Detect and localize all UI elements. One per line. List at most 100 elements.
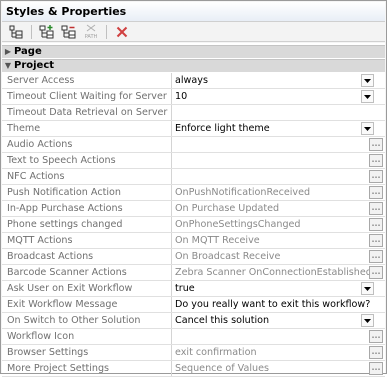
property-value-text: exit confirmation — [175, 347, 257, 358]
property-row[interactable]: Theme Enforce light theme — [2, 121, 385, 137]
property-row[interactable]: More Project Settings Sequence of Values.… — [2, 361, 385, 377]
tree-remove-icon — [61, 25, 76, 38]
remove-property-button[interactable] — [59, 23, 79, 41]
property-value-select[interactable]: Enforce light theme — [172, 121, 385, 136]
category-page[interactable]: ▶ Page — [2, 45, 385, 58]
property-row[interactable]: Broadcast Actions On Broadcast Receive... — [2, 249, 385, 265]
property-name: Broadcast Actions — [2, 249, 172, 264]
expand-arrow-icon[interactable]: ▶ — [2, 46, 14, 58]
property-row[interactable]: Push Notification Action OnPushNotificati… — [2, 185, 385, 201]
ellipsis-button[interactable]: ... — [369, 154, 383, 167]
property-value[interactable]: ... — [172, 153, 385, 168]
property-value-text: Enforce light theme — [175, 123, 270, 134]
chevron-down-icon — [364, 318, 371, 323]
property-value-text: On Purchase Updated — [175, 203, 280, 214]
property-name: Text to Speech Actions — [2, 153, 172, 168]
property-value[interactable]: ... — [172, 169, 385, 184]
property-value-text: Sequence of Values — [175, 363, 270, 374]
property-value[interactable]: Zebra Scanner OnConnectionEstablished... — [172, 265, 385, 280]
property-name: Exit Workflow Message — [2, 297, 172, 312]
property-value-select[interactable]: 10 — [172, 89, 385, 104]
property-name: Phone settings changed — [2, 217, 172, 232]
property-row[interactable]: Timeout Data Retrieval on Server — [2, 105, 385, 121]
path-button[interactable]: PATH — [81, 23, 101, 41]
ellipsis-button[interactable]: ... — [369, 330, 383, 343]
chevron-down-icon — [364, 94, 371, 99]
property-value-select[interactable]: true — [172, 281, 385, 296]
property-value[interactable]: On Broadcast Receive... — [172, 249, 385, 264]
property-row[interactable]: Ask User on Exit Workflow true — [2, 281, 385, 297]
property-row[interactable]: Workflow Icon... — [2, 329, 385, 345]
property-value[interactable]: OnPhoneSettingsChanged... — [172, 217, 385, 232]
property-name: MQTT Actions — [2, 233, 172, 248]
property-grid: ▶ Page ▼ Project Server Access always Time… — [2, 43, 385, 377]
property-value-text: On MQTT Receive — [175, 235, 260, 246]
property-name: Ask User on Exit Workflow — [2, 281, 172, 296]
dropdown-button[interactable] — [361, 282, 374, 295]
property-value-select[interactable]: Cancel this solution — [172, 313, 385, 328]
property-row[interactable]: Timeout Client Waiting for Server 10 — [2, 89, 385, 105]
dropdown-button[interactable] — [361, 314, 374, 327]
ellipsis-button[interactable]: ... — [369, 346, 383, 359]
property-row[interactable]: Phone settings changed OnPhoneSettingsCha… — [2, 217, 385, 233]
path-icon — [86, 24, 96, 31]
property-value-select[interactable]: always — [172, 73, 385, 88]
property-value[interactable]: On Purchase Updated... — [172, 201, 385, 216]
add-property-button[interactable] — [37, 23, 57, 41]
dropdown-button[interactable] — [361, 90, 374, 103]
delete-button[interactable] — [112, 23, 132, 41]
ellipsis-button[interactable]: ... — [369, 362, 383, 375]
path-label: PATH — [84, 33, 98, 40]
property-row[interactable]: Server Access always — [2, 73, 385, 89]
ellipsis-button[interactable]: ... — [369, 202, 383, 215]
category-project-label: Project — [14, 60, 55, 71]
property-row[interactable]: MQTT Actions On MQTT Receive... — [2, 233, 385, 249]
ellipsis-button[interactable]: ... — [369, 186, 383, 199]
property-name: Barcode Scanner Actions — [2, 265, 172, 280]
property-value-text: OnPhoneSettingsChanged — [175, 219, 301, 230]
tree-add-icon — [39, 24, 54, 38]
ellipsis-button[interactable]: ... — [369, 266, 383, 279]
property-value[interactable]: Do you really want to exit this workflow… — [172, 297, 385, 312]
chevron-down-icon — [364, 286, 371, 291]
property-row[interactable]: NFC Actions... — [2, 169, 385, 185]
toolbar: PATH — [2, 22, 385, 42]
property-name: On Switch to Other Solution — [2, 313, 172, 328]
dropdown-button[interactable] — [361, 74, 374, 87]
property-value[interactable]: On MQTT Receive... — [172, 233, 385, 248]
property-name: NFC Actions — [2, 169, 172, 184]
dropdown-button[interactable] — [361, 122, 374, 135]
categorized-view-button[interactable] — [6, 23, 26, 41]
category-page-label: Page — [14, 46, 42, 57]
property-value[interactable]: ... — [172, 137, 385, 152]
property-value[interactable]: exit confirmation... — [172, 345, 385, 360]
property-row[interactable]: Exit Workflow Message Do you really want … — [2, 297, 385, 313]
ellipsis-button[interactable]: ... — [369, 218, 383, 231]
property-row[interactable]: On Switch to Other Solution Cancel this s… — [2, 313, 385, 329]
property-value-text: always — [175, 75, 208, 86]
property-row[interactable]: Audio Actions... — [2, 137, 385, 153]
collapse-arrow-icon[interactable]: ▼ — [2, 60, 14, 72]
property-value-text: OnPushNotificationReceived — [175, 187, 311, 198]
category-project[interactable]: ▼ Project — [2, 59, 385, 72]
property-name: Timeout Data Retrieval on Server — [2, 105, 172, 120]
property-value[interactable]: OnPushNotificationReceived... — [172, 185, 385, 200]
property-row[interactable]: Text to Speech Actions... — [2, 153, 385, 169]
property-row[interactable]: Barcode Scanner Actions Zebra Scanner OnC… — [2, 265, 385, 281]
property-name: Workflow Icon — [2, 329, 172, 344]
property-value[interactable]: ... — [172, 329, 385, 344]
property-name: Push Notification Action — [2, 185, 172, 200]
ellipsis-button[interactable]: ... — [369, 234, 383, 247]
panel-title: Styles & Properties — [2, 2, 385, 22]
property-name: Timeout Client Waiting for Server — [2, 89, 172, 104]
ellipsis-button[interactable]: ... — [369, 138, 383, 151]
chevron-down-icon — [364, 78, 371, 83]
property-value[interactable] — [172, 105, 385, 120]
toolbar-separator — [31, 24, 32, 39]
property-value-text: On Broadcast Receive — [175, 251, 281, 262]
property-row[interactable]: Browser Settings exit confirmation... — [2, 345, 385, 361]
ellipsis-button[interactable]: ... — [369, 250, 383, 263]
property-row[interactable]: In-App Purchase Actions On Purchase Updat… — [2, 201, 385, 217]
ellipsis-button[interactable]: ... — [369, 170, 383, 183]
delete-icon — [116, 26, 128, 37]
